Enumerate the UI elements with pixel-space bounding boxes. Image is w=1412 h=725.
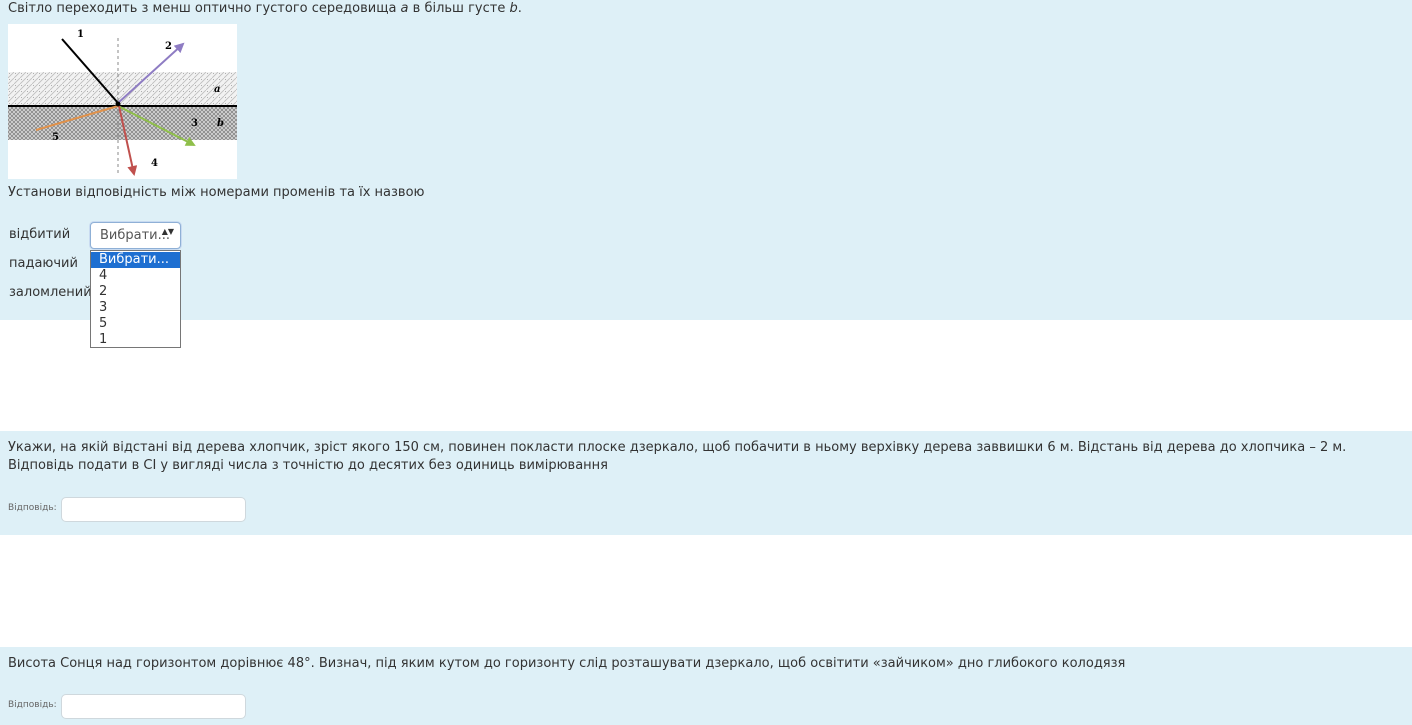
figure-label-3: 3: [191, 118, 198, 129]
question-3-block: Висота Сонця над горизонтом дорівнює 48°…: [0, 647, 1412, 725]
question-1-text-part: в більш густе: [408, 1, 510, 16]
answer-label: Відповідь:: [8, 503, 57, 513]
medium-b-symbol: b: [509, 1, 518, 16]
select-dropdown-list: Вибрати... 4 2 3 5 1: [90, 250, 181, 348]
select-current-value: Вибрати...: [100, 228, 171, 243]
figure-label-2: 2: [165, 41, 172, 52]
dropdown-option[interactable]: Вибрати...: [91, 252, 180, 268]
figure-label-5: 5: [52, 132, 59, 143]
match-row-label-refracted: заломлений: [9, 285, 92, 300]
dropdown-option[interactable]: 5: [91, 316, 180, 332]
match-row-label-incident: падаючий: [9, 256, 78, 271]
dropdown-option[interactable]: 4: [91, 268, 180, 284]
figure-label-1: 1: [77, 29, 84, 40]
dropdown-option[interactable]: 2: [91, 284, 180, 300]
answer-label: Відповідь:: [8, 700, 57, 710]
medium-a-region: [8, 72, 237, 106]
match-row-label-reflected: відбитий: [9, 227, 71, 242]
dropdown-option[interactable]: 3: [91, 300, 180, 316]
question-1-instruction: Установи відповідність між номерами пром…: [8, 185, 425, 200]
question-1-block: Світло переходить з менш оптично густого…: [0, 0, 1412, 348]
select-arrows-icon: ▲▼: [161, 227, 174, 236]
question-3-text: Висота Сонця над горизонтом дорівнює 48°…: [8, 656, 1126, 671]
reflected-ray-select[interactable]: Вибрати... ▲▼: [90, 222, 181, 249]
question-1-text-part: .: [517, 1, 522, 16]
question-1-text: Світло переходить з менш оптично густого…: [8, 0, 522, 18]
figure-label-a: a: [214, 84, 220, 95]
question-1-text-part: Світло переходить з менш оптично густого…: [8, 1, 401, 16]
incidence-point: [115, 101, 121, 107]
question-3-answer-input[interactable]: [61, 694, 246, 719]
question-2-block: Укажи, на якій відстані від дерева хлопч…: [0, 431, 1412, 535]
figure-label-4: 4: [151, 158, 158, 169]
light-refraction-figure: 1 2 a 3 b 5 4: [8, 24, 237, 179]
question-2-answer-input[interactable]: [61, 497, 246, 522]
dropdown-option[interactable]: 1: [91, 332, 180, 348]
question-2-text: Укажи, на якій відстані від дерева хлопч…: [8, 440, 1347, 473]
medium-a-symbol: a: [400, 1, 409, 16]
figure-label-b: b: [217, 118, 224, 129]
